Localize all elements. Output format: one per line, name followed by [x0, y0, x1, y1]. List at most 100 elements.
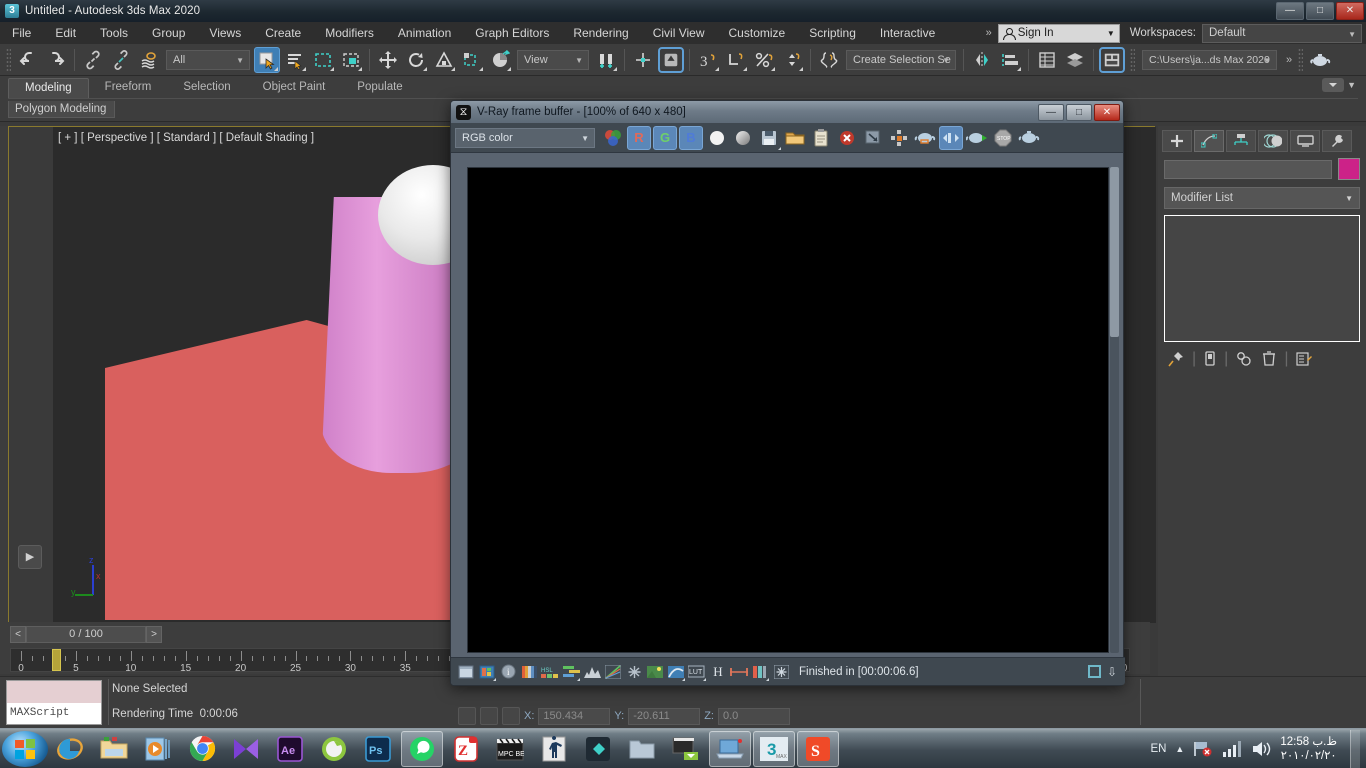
vfb-minimize-button[interactable]: —	[1038, 103, 1064, 121]
object-color-swatch[interactable]	[1338, 158, 1360, 180]
network-flag-icon[interactable]	[1193, 740, 1213, 758]
vray-teapot-render-icon[interactable]	[1017, 126, 1041, 150]
info-icon[interactable]: i	[499, 663, 517, 681]
taskbar-file-explorer-icon[interactable]	[93, 731, 135, 767]
toolbar-grip[interactable]	[1130, 47, 1135, 72]
spinner-snap-toggle-button[interactable]	[723, 47, 749, 73]
expand-panel-chevron-icon[interactable]: ⇩	[1107, 665, 1117, 679]
taskbar-movie-maker-icon[interactable]	[225, 731, 267, 767]
clear-image-icon[interactable]	[835, 126, 859, 150]
show-end-result-icon[interactable]	[1204, 351, 1216, 367]
monochrome-channel-icon[interactable]	[731, 126, 755, 150]
taskbar-photoshop-icon[interactable]: Ps	[357, 731, 399, 767]
time-slider-handle[interactable]	[52, 649, 61, 671]
undo-button[interactable]	[15, 47, 41, 73]
viewport-expand-button[interactable]: ▶	[18, 545, 42, 569]
taskbar-update-app-icon[interactable]	[313, 731, 355, 767]
alpha-channel-icon[interactable]	[705, 126, 729, 150]
menu-customize[interactable]: Customize	[717, 22, 798, 44]
remove-modifier-trash-icon[interactable]	[1262, 351, 1276, 367]
modify-tab-icon[interactable]	[1194, 130, 1224, 152]
save-image-icon[interactable]	[757, 126, 781, 150]
angle-snap-toggle-button[interactable]	[658, 46, 684, 73]
sign-in-button[interactable]: Sign In ▼	[997, 23, 1120, 43]
show-desktop-button[interactable]	[1350, 729, 1360, 768]
icc-color-icon[interactable]	[751, 663, 769, 681]
taskbar-after-effects-icon[interactable]: Ae	[269, 731, 311, 767]
percent-snap-button[interactable]	[751, 47, 777, 73]
language-indicator[interactable]: EN	[1150, 743, 1166, 755]
render-region-icon[interactable]	[887, 126, 911, 150]
taskbar-counter-strike-icon[interactable]	[533, 731, 575, 767]
maximize-button[interactable]: □	[1306, 2, 1334, 20]
exposure-gradient-icon[interactable]	[520, 663, 538, 681]
lut-icon[interactable]: LUT	[688, 663, 706, 681]
create-tab-plus-icon[interactable]	[1162, 130, 1192, 152]
taskbar-mpc-shortcut-icon[interactable]	[665, 731, 707, 767]
menu-graph-editors[interactable]: Graph Editors	[463, 22, 561, 44]
menu-scripting[interactable]: Scripting	[797, 22, 868, 44]
color-balance-icon[interactable]	[562, 663, 580, 681]
blue-channel-button[interactable]: B	[679, 125, 703, 150]
color-corrections-icon[interactable]	[478, 663, 496, 681]
taskbar-snagit-icon[interactable]: S	[797, 730, 839, 767]
render-last-teapot-icon[interactable]	[913, 126, 937, 150]
vfb-maximize-button[interactable]: □	[1066, 103, 1092, 121]
ribbon-panel-polygon-modeling[interactable]: Polygon Modeling	[8, 101, 116, 118]
taskbar-internet-explorer-icon[interactable]	[49, 731, 91, 767]
taskbar-whatsapp-icon[interactable]	[401, 730, 443, 767]
taskbar-3ds-max-icon[interactable]: 3 MAX	[753, 730, 795, 767]
hue-icon[interactable]: H	[709, 663, 727, 681]
select-and-scale-button[interactable]	[431, 47, 457, 73]
green-channel-button[interactable]: G	[653, 125, 677, 150]
ribbon-tab-populate[interactable]: Populate	[341, 78, 418, 99]
clipboard-icon[interactable]	[809, 126, 833, 150]
menu-modifiers[interactable]: Modifiers	[313, 22, 386, 44]
display-tab-icon[interactable]	[1290, 130, 1320, 152]
select-and-move-button[interactable]	[375, 47, 401, 73]
taskbar-media-player-icon[interactable]	[137, 731, 179, 767]
utilities-tab-wrench-icon[interactable]	[1322, 130, 1352, 152]
select-and-link-icon[interactable]	[80, 47, 106, 73]
isolate-selection-icon[interactable]	[502, 707, 520, 725]
object-name-input[interactable]	[1164, 159, 1332, 179]
taskbar-zarchiver-icon[interactable]: Z	[445, 731, 487, 767]
ribbon-tab-object-paint[interactable]: Object Paint	[247, 78, 342, 99]
viewport-label[interactable]: [ + ] [ Perspective ] [ Standard ] [ Def…	[58, 132, 314, 144]
workspace-select[interactable]: Default ▼	[1202, 23, 1362, 43]
material-editor-button[interactable]	[1099, 46, 1125, 73]
vfb-titlebar[interactable]: ⧖ V-Ray frame buffer - [100% of 640 x 48…	[451, 101, 1123, 123]
track-mouse-while-rendering-icon[interactable]	[939, 125, 963, 150]
load-image-folder-icon[interactable]	[783, 126, 807, 150]
modifier-stack-list[interactable]	[1164, 215, 1360, 342]
menu-group[interactable]: Group	[140, 22, 197, 44]
project-path-select[interactable]: C:\Users\ja...ds Max 2020 ▼	[1142, 49, 1277, 70]
vfb-close-button[interactable]: ✕	[1094, 103, 1120, 121]
ribbon-dropdown-icon[interactable]	[1322, 78, 1345, 92]
taskbar-laptop-app-icon[interactable]	[709, 730, 751, 767]
use-pivot-point-center-button[interactable]	[487, 47, 513, 73]
previous-frame-button[interactable]: <	[10, 626, 26, 643]
vfb-vertical-scrollbar[interactable]	[1110, 167, 1119, 653]
scene-explorer-button[interactable]	[1062, 47, 1088, 73]
layer-explorer-button[interactable]	[1034, 47, 1060, 73]
current-frame-display[interactable]: 0 / 100	[26, 626, 146, 643]
red-channel-button[interactable]: R	[627, 125, 651, 150]
toolbar-grip[interactable]	[1298, 47, 1304, 72]
toolbar-grip[interactable]	[6, 47, 11, 72]
signal-bars-icon[interactable]	[1222, 740, 1242, 758]
background-image-icon[interactable]	[646, 663, 664, 681]
scrollbar-thumb[interactable]	[1110, 167, 1119, 337]
volume-speaker-icon[interactable]	[1251, 740, 1271, 758]
hierarchy-tab-icon[interactable]	[1226, 130, 1256, 152]
horizontal-flip-icon[interactable]	[730, 663, 748, 681]
view-image-icon[interactable]	[457, 663, 475, 681]
menu-views[interactable]: Views	[197, 22, 253, 44]
ribbon-tab-freeform[interactable]: Freeform	[89, 78, 168, 99]
y-coordinate-field[interactable]: -20.611	[628, 707, 701, 725]
menu-animation[interactable]: Animation	[386, 22, 463, 44]
select-and-rotate-button[interactable]	[403, 47, 429, 73]
select-placement-button[interactable]	[459, 47, 485, 73]
histogram-icon[interactable]	[583, 663, 601, 681]
taskbar-clock[interactable]: 12:58 ظ.ب ٢٠١٠/٠٢/٢٠	[1280, 735, 1341, 763]
